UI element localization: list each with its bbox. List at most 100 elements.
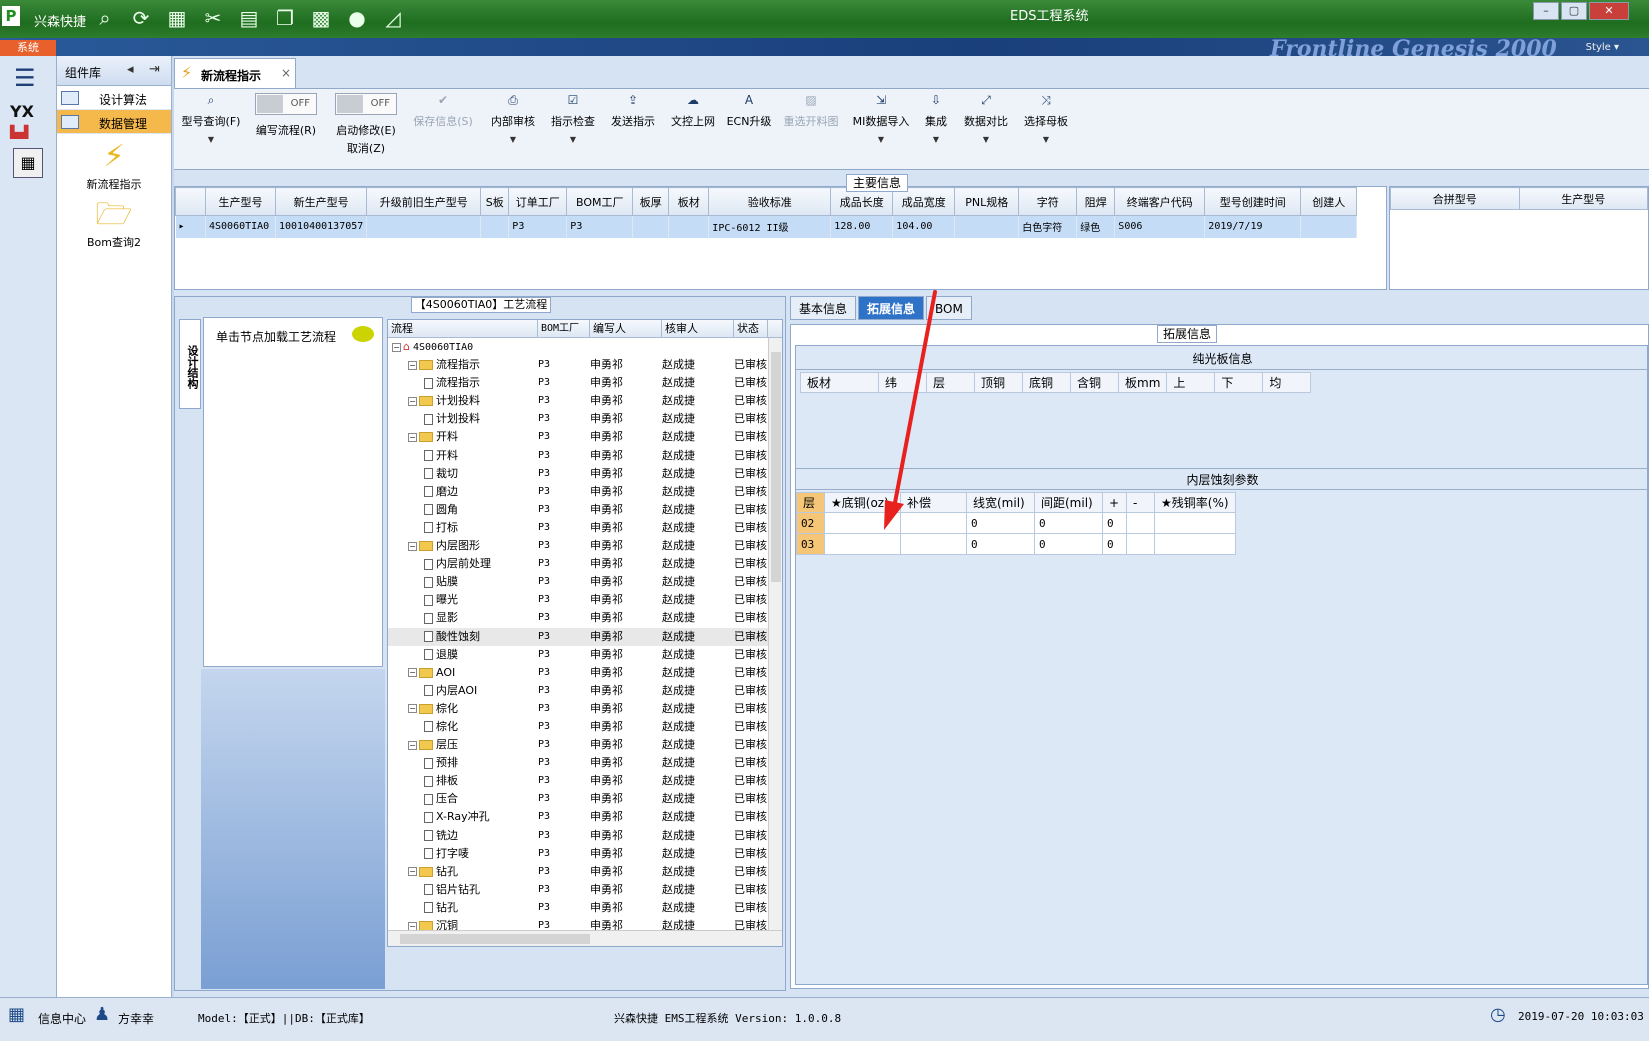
column-header[interactable]: 终端客户代码 xyxy=(1114,187,1206,216)
select-motherboard-button[interactable]: ⤨ 选择母板 ▼ xyxy=(1020,93,1072,144)
tree-row[interactable]: − 开料 P3 申勇祁 赵成捷 已审核 xyxy=(388,428,782,446)
design-structure-tab[interactable]: 设计结构 xyxy=(179,319,201,409)
tree-node[interactable]: − 开料 xyxy=(388,428,538,446)
tree-row[interactable]: 磨边 P3 申勇祁 赵成捷 已审核 xyxy=(388,483,782,501)
column-header[interactable]: BOM工厂 xyxy=(566,187,634,216)
table-cell[interactable]: 0 xyxy=(1102,533,1127,555)
dropdown-arrow-icon[interactable]: ▼ xyxy=(1020,135,1072,144)
send-instruction-button[interactable]: ⇪ 发送指示 xyxy=(606,93,660,129)
table-cell[interactable] xyxy=(632,215,670,238)
collapse-toggle-icon[interactable]: − xyxy=(408,704,417,714)
tree-node[interactable]: 磨边 xyxy=(388,483,538,501)
column-header[interactable]: 合拼型号 xyxy=(1390,187,1520,210)
tree-node[interactable]: 内层AOI xyxy=(388,682,538,700)
model-query-button[interactable]: ⌕ 型号查询(F) ▼ xyxy=(176,93,246,144)
column-header[interactable]: 板mm xyxy=(1117,372,1168,393)
maximize-button[interactable]: ▢ xyxy=(1561,2,1587,20)
tree-node[interactable]: − 内层图形 xyxy=(388,537,538,555)
table-cell[interactable]: 0 xyxy=(1034,533,1103,555)
collapse-toggle-icon[interactable]: − xyxy=(408,668,417,678)
tree-row[interactable]: 开料 P3 申勇祁 赵成捷 已审核 xyxy=(388,447,782,465)
tab-basic-info[interactable]: 基本信息 xyxy=(790,296,857,320)
tree-row[interactable]: 钻孔 P3 申勇祁 赵成捷 已审核 xyxy=(388,899,782,917)
column-header[interactable]: 创建人 xyxy=(1300,187,1358,216)
tree-row[interactable]: 退膜 P3 申勇祁 赵成捷 已审核 xyxy=(388,646,782,664)
table-icon[interactable]: ▩ xyxy=(308,6,334,30)
cancel-label[interactable]: 取消(Z) xyxy=(330,140,402,156)
chart-icon[interactable]: ◿ xyxy=(380,6,406,30)
dropdown-arrow-icon[interactable]: ▼ xyxy=(546,135,600,144)
tree-row[interactable]: 圆角 P3 申勇祁 赵成捷 已审核 xyxy=(388,501,782,519)
tree-node[interactable]: 铝片钻孔 xyxy=(388,881,538,899)
tree-row[interactable]: − 计划投料 P3 申勇祁 赵成捷 已审核 xyxy=(388,392,782,410)
collapse-toggle-icon[interactable]: − xyxy=(408,432,417,442)
table-cell[interactable] xyxy=(1126,512,1155,534)
tree-node[interactable]: 开料 xyxy=(388,447,538,465)
table-cell[interactable] xyxy=(824,512,901,534)
integration-button[interactable]: ⇩ 集成 ▼ xyxy=(920,93,952,144)
bom-query-item[interactable]: 🗁 Bom查询2 xyxy=(57,198,171,250)
tab-bom[interactable]: BOM xyxy=(926,296,972,320)
tree-node[interactable]: 预排 xyxy=(388,754,538,772)
tree-node[interactable]: 内层前处理 xyxy=(388,555,538,573)
table-cell[interactable]: 0 xyxy=(1034,512,1103,534)
table-cell[interactable]: P3 xyxy=(508,215,568,238)
table-cell[interactable]: 0 xyxy=(966,533,1035,555)
dropdown-arrow-icon[interactable]: ▼ xyxy=(960,135,1012,144)
document-tab[interactable]: ⚡ 新流程指示 × xyxy=(174,58,296,88)
tree-row[interactable]: 流程指示 P3 申勇祁 赵成捷 已审核 xyxy=(388,374,782,392)
windows-grid-icon[interactable]: ▦ xyxy=(8,1006,26,1024)
tree-node[interactable]: 排板 xyxy=(388,772,538,790)
tree-node[interactable]: − 钻孔 xyxy=(388,863,538,881)
table-cell[interactable]: 03 xyxy=(796,533,825,555)
column-header[interactable]: 间距(mil) xyxy=(1034,492,1103,513)
tree-node[interactable]: 打标 xyxy=(388,519,538,537)
table-cell[interactable]: 128.00 xyxy=(830,215,894,238)
doc-control-online-button[interactable]: ☁ 文控上网 xyxy=(666,93,720,129)
instruction-check-button[interactable]: ☑ 指示检查 ▼ xyxy=(546,93,600,144)
dropdown-arrow-icon[interactable]: ▼ xyxy=(850,135,912,144)
table-cell[interactable]: 4S0060TIA0 xyxy=(205,215,276,238)
collapse-toggle-icon[interactable]: − xyxy=(408,541,417,551)
collapse-toggle-icon[interactable]: − xyxy=(408,396,417,406)
table-cell[interactable] xyxy=(1154,512,1236,534)
column-header[interactable]: 层 xyxy=(796,492,825,513)
dropdown-arrow-icon[interactable]: ▼ xyxy=(920,135,952,144)
tree-node[interactable]: − ⌂ 4S0060TIA0 xyxy=(388,338,538,356)
info-center-link[interactable]: 信息中心 xyxy=(38,1010,86,1027)
table-cell[interactable] xyxy=(1154,533,1236,555)
close-button[interactable]: ✕ xyxy=(1589,2,1629,20)
tree-node[interactable]: 计划投料 xyxy=(388,410,538,428)
column-header[interactable]: 验收标准 xyxy=(708,187,832,216)
table-cell[interactable]: IPC-6012 II级 xyxy=(708,215,832,238)
table-cell[interactable]: S006 xyxy=(1114,215,1206,238)
tree-node[interactable]: 退膜 xyxy=(388,646,538,664)
tree-node[interactable]: − 层压 xyxy=(388,736,538,754)
column-header[interactable]: 字符 xyxy=(1018,187,1078,216)
collapse-toggle-icon[interactable]: − xyxy=(392,342,401,352)
table-cell[interactable] xyxy=(1300,215,1358,238)
table-cell[interactable]: 0 xyxy=(1102,512,1127,534)
table-cell[interactable] xyxy=(480,215,510,238)
tree-row[interactable]: 铝片钻孔 P3 申勇祁 赵成捷 已审核 xyxy=(388,881,782,899)
column-header[interactable]: 核审人 xyxy=(662,320,734,337)
column-header[interactable]: 层 xyxy=(926,372,975,393)
tree-node[interactable]: − 棕化 xyxy=(388,700,538,718)
table-cell[interactable]: 0 xyxy=(966,512,1035,534)
column-header[interactable]: 含铜 xyxy=(1070,372,1119,393)
column-header[interactable]: S板 xyxy=(480,187,510,216)
component-item-data-management[interactable]: 数据管理 xyxy=(57,110,171,134)
column-header[interactable]: 板材 xyxy=(800,372,879,393)
column-header[interactable]: 上 xyxy=(1166,372,1216,393)
tree-node[interactable]: X-Ray冲孔 xyxy=(388,808,538,826)
tree-row[interactable]: − 钻孔 P3 申勇祁 赵成捷 已审核 xyxy=(388,863,782,881)
column-header[interactable]: 流程 xyxy=(388,320,538,337)
table-cell[interactable] xyxy=(1126,533,1155,555)
tree-node[interactable]: 钻孔 xyxy=(388,899,538,917)
column-header[interactable]: 升级前旧生产型号 xyxy=(366,187,482,216)
column-header[interactable]: 均 xyxy=(1262,372,1312,393)
column-header[interactable]: 编写人 xyxy=(590,320,662,337)
table-row[interactable]: ▸ 4S0060TIA0 10010400137057 P3 P3 IPC-6012 II… xyxy=(175,215,1358,238)
system-tab[interactable]: 系统 xyxy=(0,40,56,56)
tree-row[interactable]: − ⌂ 4S0060TIA0 xyxy=(388,338,782,356)
